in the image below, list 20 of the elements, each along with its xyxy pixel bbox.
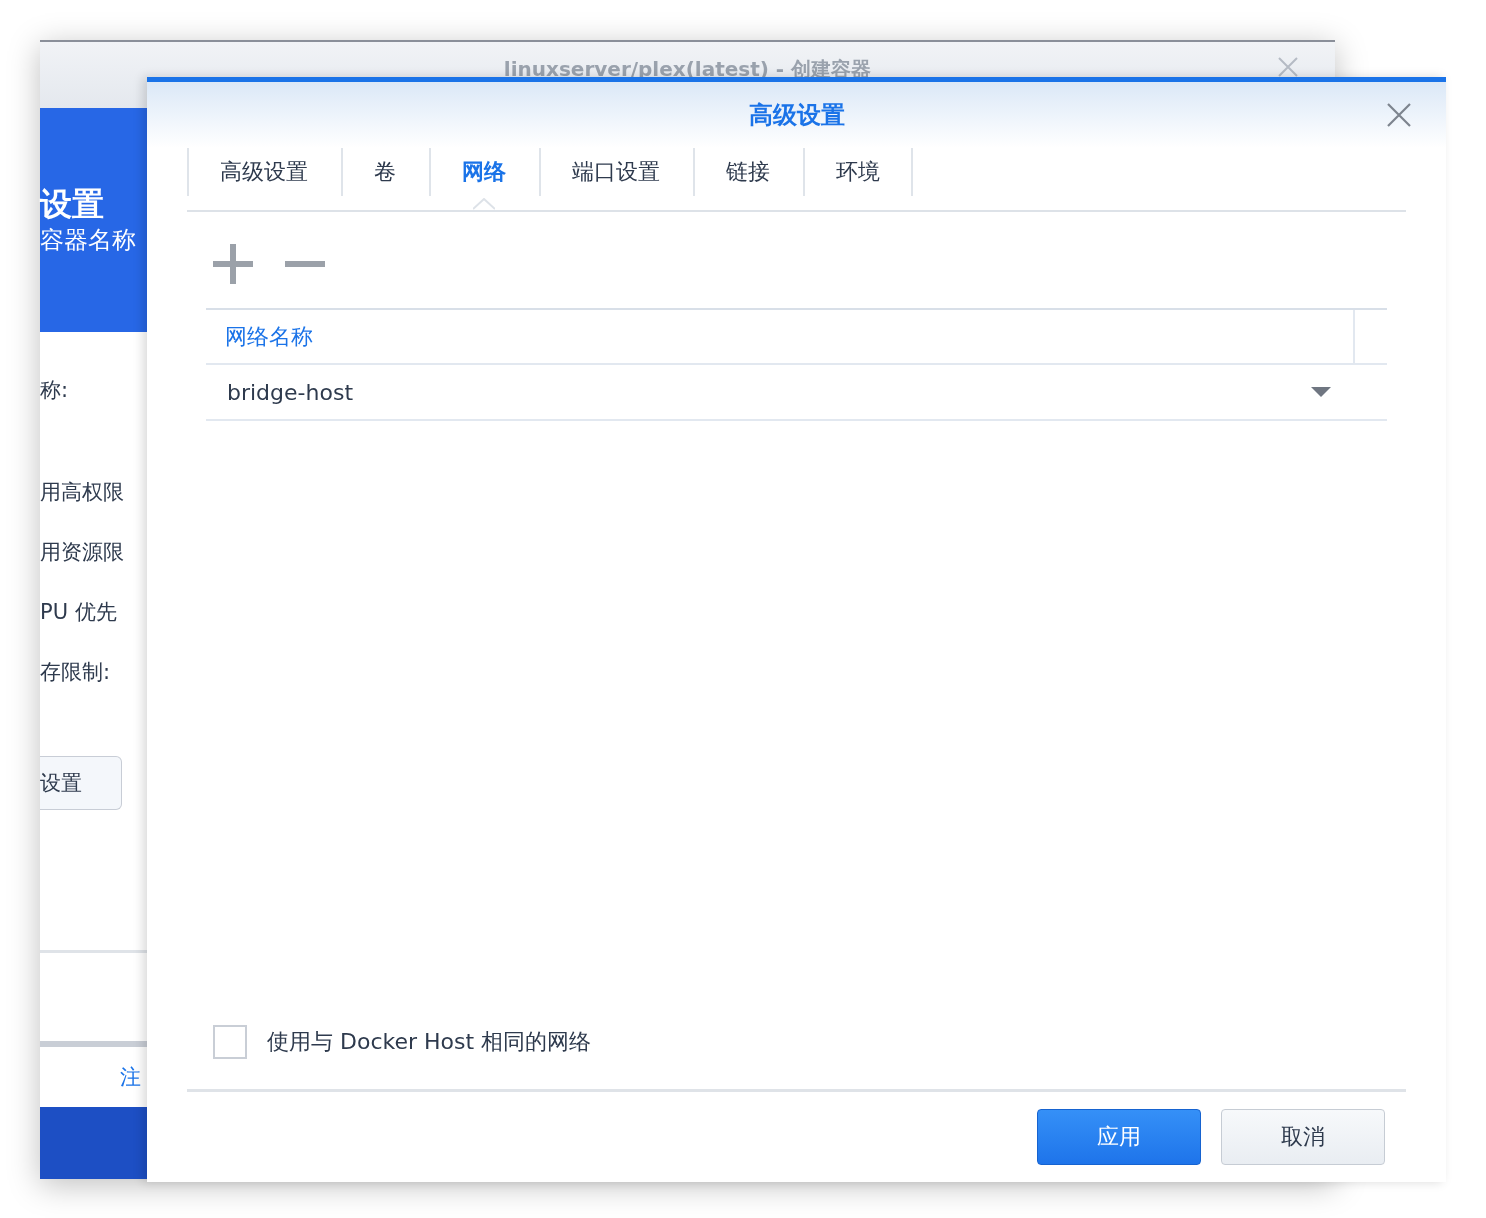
close-icon[interactable] [1386,102,1412,128]
link[interactable]: 注 [120,1063,141,1091]
field-label: 用高权限 [40,479,124,506]
field-label: PU 优先 [40,599,117,626]
dropdown-caret-icon[interactable] [1311,386,1331,398]
close-icon[interactable] [1277,56,1299,78]
field-label: 称: [40,377,69,404]
checkbox-label: 使用与 Docker Host 相同的网络 [267,1028,592,1056]
banner-title: 设置 [40,184,104,224]
add-icon[interactable] [211,242,255,286]
field-label: 用资源限 [40,539,124,566]
cancel-button[interactable]: 取消 [1221,1109,1385,1165]
field-label: 存限制: [40,659,111,686]
table-cell[interactable]: bridge-host [227,379,1311,405]
column-header[interactable]: 网络名称 [206,310,1355,363]
dialog-title: 高级设置 [748,100,845,131]
settings-button[interactable]: 设置 [40,756,122,810]
apply-button[interactable]: 应用 [1037,1109,1201,1165]
checkbox[interactable] [213,1025,247,1059]
banner-subtitle: 容器名称 [40,225,136,256]
